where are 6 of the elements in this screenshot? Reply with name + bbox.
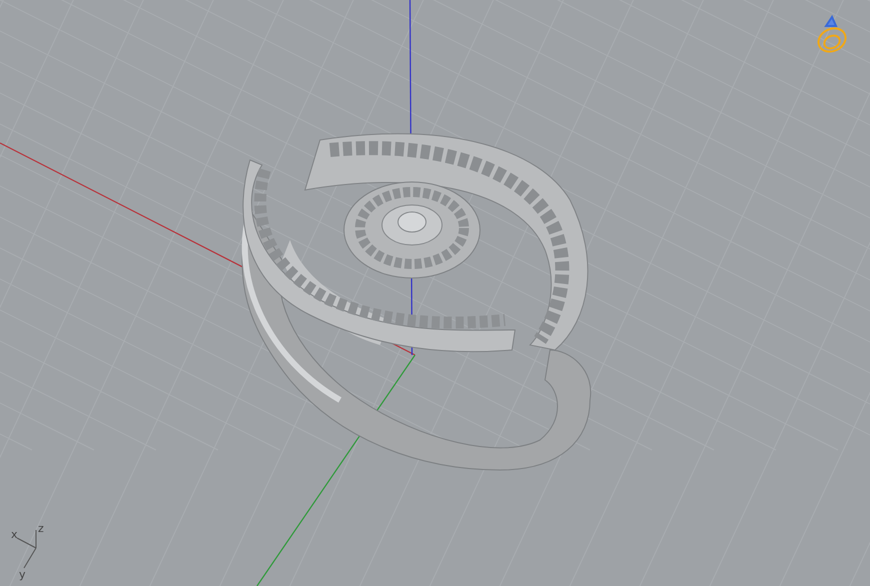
- axis-label: y: [19, 568, 26, 581]
- axis-label: z: [38, 522, 44, 535]
- 3d-viewport[interactable]: x z y: [0, 0, 870, 586]
- axis-gizmo-icon: [16, 530, 36, 568]
- ring-icon[interactable]: [818, 14, 846, 53]
- axis-label: x: [11, 528, 18, 541]
